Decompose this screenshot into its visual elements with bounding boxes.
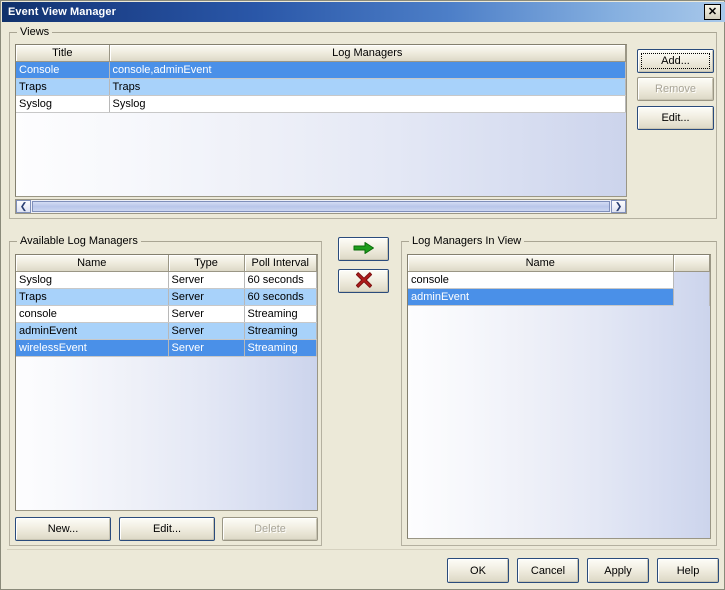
table-row[interactable]: adminEvent Server Streaming bbox=[16, 322, 317, 340]
available-cell-type: Server bbox=[168, 288, 245, 306]
available-table-header-row: Name Type Poll Interval bbox=[16, 255, 317, 272]
in-view-cell-filler bbox=[673, 271, 710, 289]
table-row[interactable]: Traps Server 60 seconds bbox=[16, 288, 317, 306]
available-cell-name: Traps bbox=[16, 288, 169, 306]
table-row[interactable]: Syslog Syslog bbox=[16, 95, 626, 113]
views-horizontal-scrollbar[interactable]: ❮ ❯ bbox=[15, 199, 627, 214]
new-log-manager-button[interactable]: New... bbox=[15, 517, 111, 541]
available-cell-name: Syslog bbox=[16, 271, 169, 289]
table-row[interactable]: console Server Streaming bbox=[16, 305, 317, 323]
apply-button[interactable]: Apply bbox=[587, 558, 649, 583]
cancel-button[interactable]: Cancel bbox=[517, 558, 579, 583]
bottom-separator bbox=[7, 549, 720, 550]
in-view-cell-name: adminEvent bbox=[408, 288, 674, 306]
red-x-icon bbox=[355, 271, 373, 292]
help-button-label: Help bbox=[676, 564, 700, 577]
log-managers-in-view-table[interactable]: Name console adminEvent bbox=[407, 254, 711, 539]
edit-view-button-label: Edit... bbox=[661, 112, 690, 124]
in-view-column-filler bbox=[673, 255, 710, 272]
edit-log-manager-button[interactable]: Edit... bbox=[119, 517, 215, 541]
title-bar: Event View Manager ✕ bbox=[2, 2, 725, 22]
scroll-right-icon[interactable]: ❯ bbox=[611, 200, 626, 213]
views-cell-log-managers: console,adminEvent bbox=[109, 61, 626, 79]
in-view-column-name[interactable]: Name bbox=[408, 255, 674, 272]
available-cell-name: adminEvent bbox=[16, 322, 169, 340]
available-cell-name: console bbox=[16, 305, 169, 323]
views-table-header-row: Title Log Managers bbox=[16, 45, 626, 62]
ok-button-label: OK bbox=[470, 564, 486, 577]
views-cell-title: Syslog bbox=[16, 95, 110, 113]
table-row[interactable]: console bbox=[408, 271, 710, 289]
available-cell-poll: 60 seconds bbox=[244, 271, 317, 289]
available-log-managers-table[interactable]: Name Type Poll Interval Syslog Server 60… bbox=[15, 254, 318, 511]
event-view-manager-dialog: Event View Manager ✕ Views Title Log Man… bbox=[0, 0, 725, 590]
window-title: Event View Manager bbox=[8, 6, 116, 18]
available-cell-poll: Streaming bbox=[244, 305, 317, 323]
table-row[interactable]: Traps Traps bbox=[16, 78, 626, 96]
views-group-label: Views bbox=[17, 26, 53, 38]
new-log-manager-button-label: New... bbox=[47, 523, 79, 535]
views-cell-log-managers: Syslog bbox=[109, 95, 626, 113]
focus-ring bbox=[641, 53, 710, 69]
available-cell-poll: Streaming bbox=[244, 339, 317, 357]
edit-view-button[interactable]: Edit... bbox=[637, 106, 714, 130]
available-cell-type: Server bbox=[168, 322, 245, 340]
delete-log-manager-button-label: Delete bbox=[254, 523, 286, 535]
remove-view-button-label: Remove bbox=[655, 83, 696, 95]
views-cell-log-managers: Traps bbox=[109, 78, 626, 96]
views-column-log-managers[interactable]: Log Managers bbox=[109, 45, 626, 62]
edit-log-manager-button-label: Edit... bbox=[152, 523, 182, 535]
in-view-cell-filler bbox=[673, 288, 710, 306]
cancel-button-label: Cancel bbox=[530, 564, 566, 577]
apply-button-label: Apply bbox=[604, 564, 632, 577]
add-to-view-button[interactable] bbox=[338, 237, 389, 261]
in-view-table-header-row: Name bbox=[408, 255, 710, 272]
table-row[interactable]: adminEvent bbox=[408, 288, 710, 306]
available-cell-poll: Streaming bbox=[244, 322, 317, 340]
available-cell-type: Server bbox=[168, 339, 245, 357]
add-view-button[interactable]: Add... bbox=[637, 49, 714, 73]
right-arrow-icon bbox=[353, 241, 375, 258]
delete-log-manager-button[interactable]: Delete bbox=[222, 517, 318, 541]
available-log-managers-label: Available Log Managers bbox=[17, 235, 141, 247]
available-column-type[interactable]: Type bbox=[168, 255, 245, 272]
in-view-cell-name: console bbox=[408, 271, 674, 289]
close-icon[interactable]: ✕ bbox=[704, 4, 721, 20]
scrollbar-thumb[interactable] bbox=[32, 201, 610, 212]
remove-from-view-button[interactable] bbox=[338, 269, 389, 293]
available-cell-poll: 60 seconds bbox=[244, 288, 317, 306]
available-cell-type: Server bbox=[168, 271, 245, 289]
views-cell-title: Traps bbox=[16, 78, 110, 96]
available-column-name[interactable]: Name bbox=[16, 255, 169, 272]
remove-view-button[interactable]: Remove bbox=[637, 77, 714, 101]
views-cell-title: Console bbox=[16, 61, 110, 79]
views-column-title[interactable]: Title bbox=[16, 45, 110, 62]
available-cell-name: wirelessEvent bbox=[16, 339, 169, 357]
ok-button[interactable]: OK bbox=[447, 558, 509, 583]
available-column-poll-interval[interactable]: Poll Interval bbox=[244, 255, 317, 272]
available-cell-type: Server bbox=[168, 305, 245, 323]
table-row[interactable]: wirelessEvent Server Streaming bbox=[16, 339, 317, 357]
scroll-left-icon[interactable]: ❮ bbox=[16, 200, 31, 213]
table-row[interactable]: Console console,adminEvent bbox=[16, 61, 626, 79]
help-button[interactable]: Help bbox=[657, 558, 719, 583]
log-managers-in-view-label: Log Managers In View bbox=[409, 235, 525, 247]
table-row[interactable]: Syslog Server 60 seconds bbox=[16, 271, 317, 289]
scrollbar-track[interactable] bbox=[31, 200, 611, 213]
views-table[interactable]: Title Log Managers Console console,admin… bbox=[15, 44, 627, 197]
